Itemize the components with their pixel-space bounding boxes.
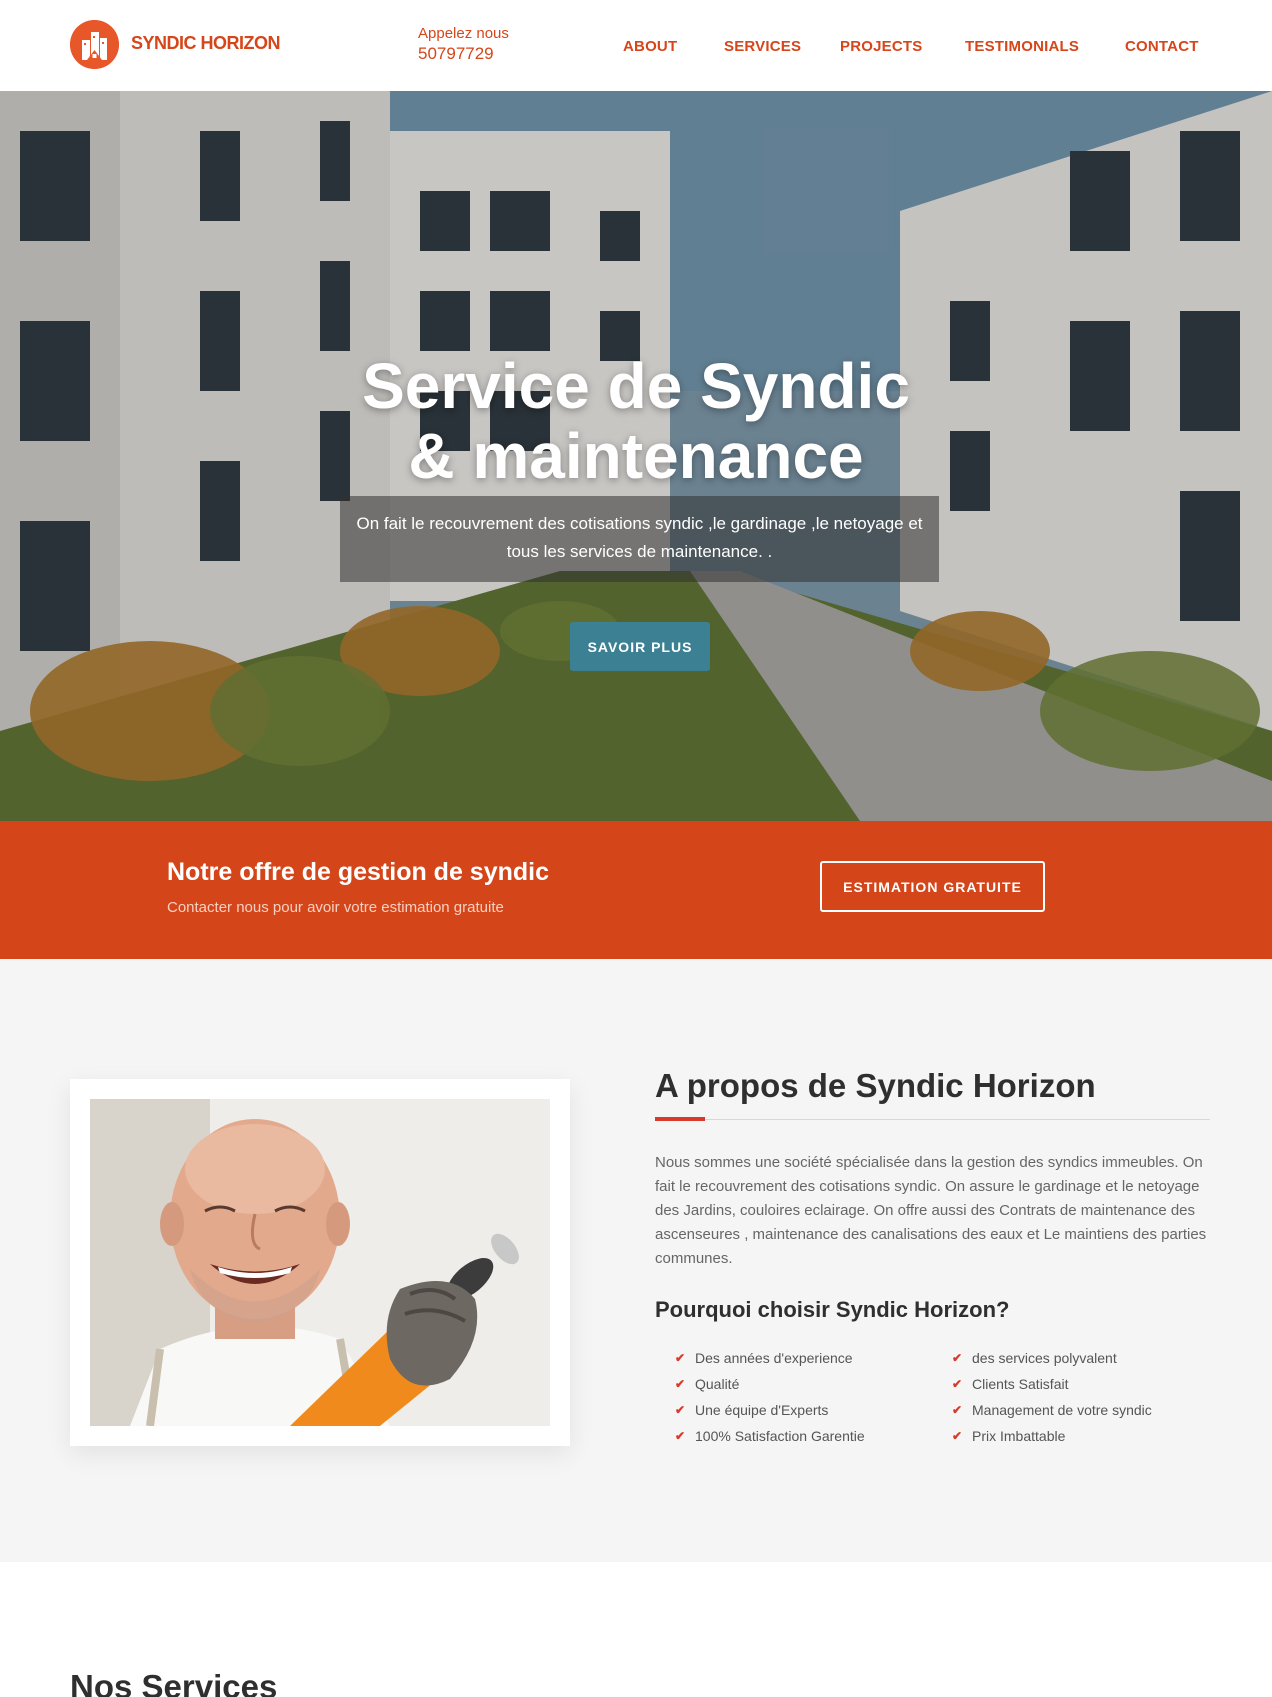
check-icon: ✔ — [952, 1351, 963, 1365]
benefits-list-left: ✔ Des années d'experience ✔ Qualité ✔ Une é… — [675, 1345, 945, 1449]
list-item-label: des services polyvalent — [972, 1350, 1117, 1366]
list-item: ✔ Clients Satisfait — [952, 1371, 1222, 1397]
about-title: A propos de Syndic Horizon — [655, 1067, 1096, 1104]
nav-contact[interactable]: CONTACT — [1125, 38, 1199, 55]
list-item-label: 100% Satisfaction Garentie — [695, 1428, 865, 1444]
list-item: ✔ Des années d'experience — [675, 1345, 945, 1371]
nav-testimonials[interactable]: TESTIMONIALS — [965, 38, 1079, 55]
nav-about[interactable]: ABOUT — [623, 38, 677, 55]
main-nav: ABOUT SERVICES PROJECTS TESTIMONIALS CON… — [0, 38, 1272, 58]
list-item-label: Qualité — [695, 1376, 740, 1392]
offer-subtitle: Contacter nous pour avoir votre estimati… — [167, 899, 504, 916]
worker-photo — [90, 1099, 550, 1426]
about-photo-frame — [70, 1079, 570, 1446]
site-header: SYNDIC HORIZON Appelez nous 50797729 ABO… — [0, 0, 1272, 91]
services-title: Nos Services — [70, 1668, 278, 1697]
list-item: ✔ des services polyvalent — [952, 1345, 1222, 1371]
savoir-plus-button[interactable]: SAVOIR PLUS — [570, 622, 710, 671]
list-item: ✔ 100% Satisfaction Garentie — [675, 1423, 945, 1449]
check-icon: ✔ — [952, 1403, 963, 1417]
list-item-label: Clients Satisfait — [972, 1376, 1069, 1392]
hero-title-line1: Service de Syndic — [362, 350, 910, 422]
list-item-label: Des années d'experience — [695, 1350, 853, 1366]
check-icon: ✔ — [675, 1377, 686, 1391]
check-icon: ✔ — [675, 1351, 686, 1365]
why-choose-title: Pourquoi choisir Syndic Horizon? — [655, 1297, 1010, 1322]
offer-title: Notre offre de gestion de syndic — [167, 858, 550, 886]
list-item-label: Une équipe d'Experts — [695, 1402, 829, 1418]
list-item: ✔ Management de votre syndic — [952, 1397, 1222, 1423]
nav-services[interactable]: SERVICES — [724, 38, 801, 55]
list-item: ✔ Une équipe d'Experts — [675, 1397, 945, 1423]
nav-projects[interactable]: PROJECTS — [840, 38, 922, 55]
about-divider — [655, 1119, 1210, 1120]
check-icon: ✔ — [675, 1429, 686, 1443]
about-divider-accent — [655, 1117, 705, 1121]
check-icon: ✔ — [952, 1429, 963, 1443]
benefits-list-right: ✔ des services polyvalent ✔ Clients Satisf… — [952, 1345, 1222, 1449]
list-item: ✔ Qualité — [675, 1371, 945, 1397]
about-section: A propos de Syndic Horizon Nous sommes u… — [0, 959, 1272, 1562]
check-icon: ✔ — [675, 1403, 686, 1417]
hero-subtitle: On fait le recouvrement des cotisations … — [340, 496, 939, 582]
check-icon: ✔ — [952, 1377, 963, 1391]
services-section: Nos Services — [0, 1562, 1272, 1697]
about-description: Nous sommes une société spécialisée dans… — [655, 1154, 1207, 1267]
list-item-label: Prix Imbattable — [972, 1428, 1066, 1444]
hero-section: Service de Syndic & maintenance On fait … — [0, 91, 1272, 821]
estimation-gratuite-button[interactable]: ESTIMATION GRATUITE — [820, 861, 1045, 912]
list-item-label: Management de votre syndic — [972, 1402, 1152, 1418]
hero-title: Service de Syndic & maintenance — [286, 351, 986, 491]
offer-band: Notre offre de gestion de syndic Contact… — [0, 821, 1272, 959]
list-item: ✔ Prix Imbattable — [952, 1423, 1222, 1449]
hero-title-line2: & maintenance — [408, 420, 864, 492]
